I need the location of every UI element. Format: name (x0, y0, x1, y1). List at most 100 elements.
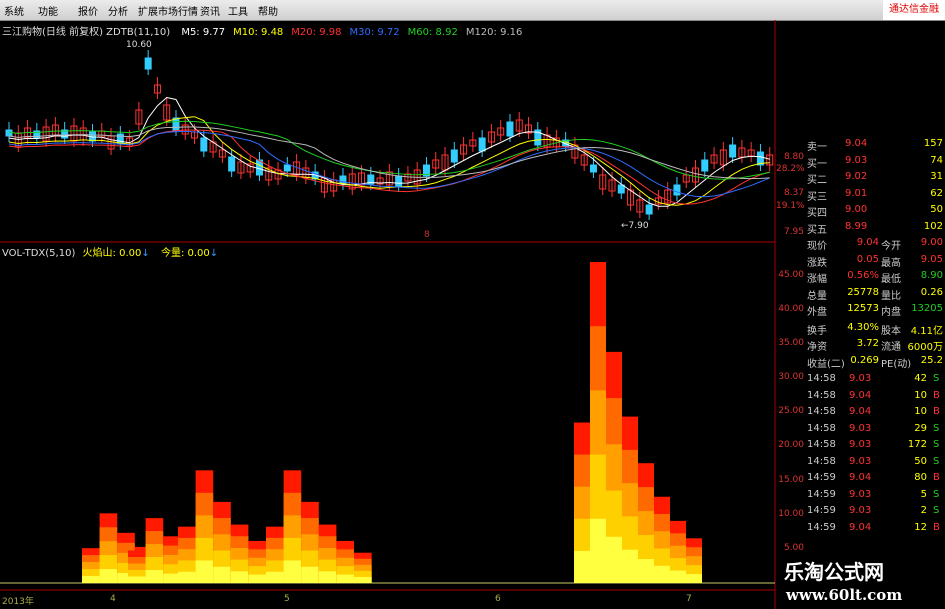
price-axis-label: 7.95 (783, 227, 804, 237)
tick-row: 14:58 9.04 10 B (805, 390, 945, 406)
tick-time: 14:59 (807, 488, 836, 500)
book-label: 买五 (807, 224, 827, 236)
stat-row: 净资 3.72 流通 6000万 (805, 338, 945, 354)
candle-body (450, 149, 458, 163)
tick-row: 14:58 9.03 50 S (805, 456, 945, 472)
vol-indicator-name: VOL-TDX(5,10) (2, 248, 76, 259)
tick-price: 9.04 (849, 389, 872, 401)
tick-price: 9.03 (849, 373, 872, 384)
candle-body (701, 159, 709, 172)
tick-volume: 80 (914, 472, 927, 483)
candle-body (144, 57, 152, 70)
volume-bar (590, 518, 606, 583)
volume-axis-label: 15.00 (778, 474, 804, 485)
quote-row: 涨跌 0.05 最高 9.05 (805, 254, 945, 270)
tick-time: 14:59 (807, 472, 836, 483)
ma-label-2: M20: 9.98 (291, 27, 342, 38)
stock-title: 三江购物(日线 前复权) ZDTB(11,10) (2, 27, 171, 38)
low-price-label: ←7.90 (621, 221, 649, 231)
stat-row: 收益(二) 0.269 PE(动) 25.2 (805, 355, 945, 371)
ma-label-1: M10: 9.48 (233, 27, 284, 38)
tick-side: B (933, 406, 940, 417)
book-volume: 62 (930, 187, 943, 199)
tick-volume: 50 (914, 455, 927, 467)
book-label: 买三 (807, 191, 827, 203)
quote-value: 9.04 (856, 237, 879, 248)
quote-row: 外盘 12573 内盘 13205 (805, 303, 945, 319)
ma-label-0: M5: 9.77 (181, 27, 226, 38)
tick-row: 14:59 9.03 2 S (805, 505, 945, 521)
volume-bar (686, 574, 702, 583)
volume-bar (318, 571, 337, 583)
quote-label: 现价 (807, 241, 827, 252)
stat-value: 3.72 (856, 338, 879, 349)
tick-volume: 29 (914, 422, 927, 434)
fire-value: 火焰山: 0.00 (82, 248, 142, 259)
tick-side: S (933, 505, 940, 516)
tick-volume: 172 (907, 439, 927, 450)
tick-price: 9.03 (849, 505, 872, 516)
stat-value: 25.2 (920, 354, 943, 366)
book-label: 买二 (807, 175, 827, 186)
date-label: 4 (110, 594, 116, 604)
tick-row: 14:58 9.03 29 S (805, 423, 945, 439)
volume-axis-label: 40.00 (778, 303, 804, 314)
quote-value: 25778 (847, 286, 879, 298)
tick-row: 14:59 9.04 80 B (805, 472, 945, 488)
candle-body (5, 129, 13, 137)
tick-volume: 5 (920, 488, 927, 500)
quote-row: 涨幅 0.56% 最低 8.90 (805, 270, 945, 286)
arrow-down-icon: ↓ (209, 248, 219, 259)
book-price: 8.99 (845, 220, 868, 232)
order-book-row: 买四 9.00 50 (805, 204, 945, 220)
candle-body (478, 137, 486, 152)
book-volume: 102 (923, 220, 943, 232)
price-axis-label: 28.2% (776, 164, 805, 174)
volume-bar (230, 571, 249, 583)
quote-label: 涨跌 (807, 257, 827, 269)
order-book-row: 买三 9.01 62 (805, 188, 945, 204)
tick-time: 14:58 (807, 422, 836, 434)
volume-axis-label: 45.00 (778, 269, 804, 280)
book-volume: 157 (923, 138, 943, 149)
order-book-row: 买五 8.99 102 (805, 221, 945, 237)
book-price: 9.04 (845, 138, 868, 149)
stat-label: 换手 (807, 325, 827, 337)
order-book-row: 买一 9.03 74 (805, 155, 945, 171)
ma-label-4: M60: 8.92 (407, 27, 458, 38)
volume-axis-label: 20.00 (778, 440, 804, 451)
book-label: 买一 (807, 158, 827, 170)
period-marker: 8 (424, 230, 430, 240)
quote-value: 9.00 (920, 237, 943, 248)
stat-label: 流通 (881, 342, 901, 353)
volume-bar (128, 576, 146, 583)
candle-body (339, 175, 347, 185)
candle-body (589, 164, 597, 173)
tick-side: S (933, 439, 940, 450)
volume-bar (638, 559, 654, 583)
tick-volume: 10 (914, 389, 927, 401)
tick-price: 9.03 (849, 455, 872, 467)
tick-volume: 2 (920, 505, 927, 516)
today-volume: 今量: 0.00 (160, 248, 210, 259)
tick-price: 9.04 (849, 521, 872, 533)
volume-bar (178, 571, 196, 583)
candle-body (228, 156, 236, 172)
volume-bar (301, 566, 319, 583)
volume-bar (99, 569, 118, 583)
stat-value: 6000万 (907, 342, 943, 353)
tick-volume: 10 (914, 406, 927, 417)
book-volume: 50 (930, 204, 943, 215)
quote-label: 最高 (881, 257, 901, 269)
quote-label: 内盘 (881, 307, 901, 318)
quote-panel: 卖一 9.04 157 买一 9.03 74 买二 9.02 31 买三 9.01 62 买四 9.00 5… (805, 138, 945, 553)
tick-volume: 42 (914, 373, 927, 384)
price-chart-title: 三江购物(日线 前复权) ZDTB(11,10) M5: 9.77 M10: 9.… (2, 23, 522, 38)
volume-bar (145, 570, 164, 583)
tick-price: 9.04 (849, 406, 872, 417)
stat-row: 换手 4.30% 股本 4.11亿 (805, 322, 945, 338)
volume-bar (574, 550, 590, 583)
tick-row: 14:58 9.04 10 B (805, 406, 945, 422)
tick-time: 14:58 (807, 439, 836, 450)
volume-fire-bars (82, 262, 702, 583)
